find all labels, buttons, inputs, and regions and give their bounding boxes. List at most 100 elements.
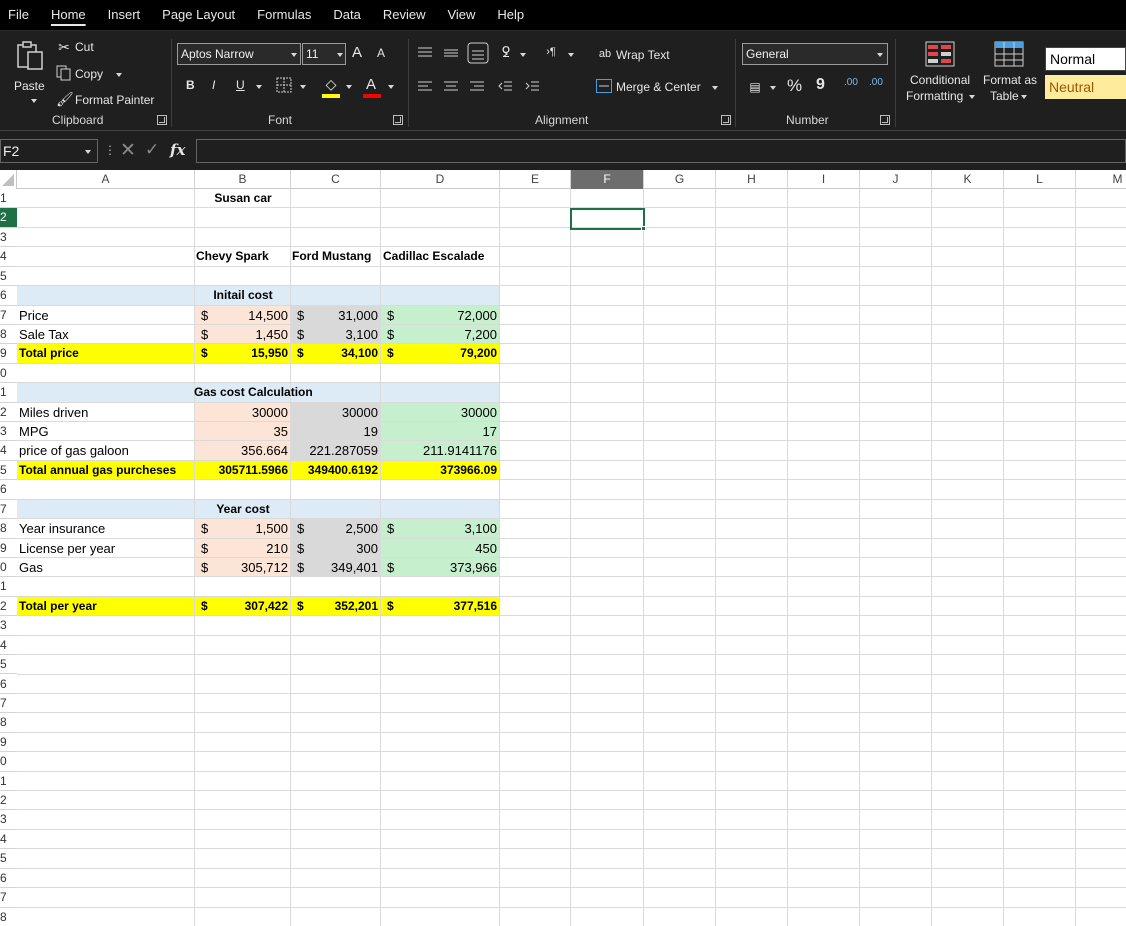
column-header-g[interactable]: G [644,170,716,189]
row-header[interactable]: 3 [0,616,17,636]
row-header[interactable]: 4 [0,636,17,656]
font-color-icon[interactable]: A [366,76,376,93]
row-header[interactable]: 9 [0,344,17,364]
row-header[interactable]: 5 [0,849,17,869]
menu-home[interactable]: Home [40,0,97,30]
row-header[interactable]: 4 [0,830,17,850]
row-header[interactable]: 6 [0,675,17,694]
decrease-indent-icon[interactable] [498,81,512,93]
style-neutral[interactable]: Neutral [1045,75,1126,99]
paste-button[interactable]: Paste [8,37,50,103]
row-header[interactable]: 1 [0,189,17,209]
align-left-icon[interactable] [418,81,432,93]
enter-icon[interactable]: ✓ [145,140,159,160]
menu-insert[interactable]: Insert [97,0,152,30]
row-header[interactable]: 7 [0,500,17,520]
row-header[interactable]: 3 [0,422,17,442]
column-header-a[interactable]: A [17,170,195,189]
align-bottom-icon[interactable] [467,42,489,64]
row-header[interactable]: 1 [0,772,17,791]
row-header[interactable]: 1 [0,577,17,597]
orientation-icon[interactable]: ꝿ [497,44,515,60]
fill-color-icon[interactable]: ◇ [322,76,340,92]
align-middle-icon[interactable] [444,47,458,59]
increase-indent-icon[interactable] [525,81,539,93]
column-header-c[interactable]: C [291,170,381,189]
menu-view[interactable]: View [436,0,486,30]
format-painter-button[interactable]: 🖌 Format Painter [56,90,156,110]
row-header[interactable]: 8 [0,519,17,539]
row-header[interactable]: 2 [0,597,17,617]
menu-help[interactable]: Help [486,0,535,30]
row-header[interactable]: 2 [0,208,17,228]
copy-button[interactable]: Copy [56,64,126,84]
column-header-j[interactable]: J [860,170,932,189]
chevron-down-icon[interactable] [85,150,91,154]
number-format-dropdown[interactable]: General [742,43,888,65]
format-as-table-button[interactable]: Format as Table [980,39,1040,109]
column-header-k[interactable]: K [932,170,1004,189]
style-normal[interactable]: Normal [1045,47,1126,71]
row-header[interactable]: 5 [0,461,17,481]
row-header[interactable]: 0 [0,364,17,384]
wrap-text-button[interactable]: ab Wrap Text [597,45,687,65]
align-right-icon[interactable] [470,81,484,93]
row-header[interactable]: 5 [0,267,17,287]
cancel-icon[interactable]: ✕ [120,139,136,162]
align-top-icon[interactable] [418,47,432,59]
row-header[interactable]: 7 [0,306,17,325]
conditional-formatting-button[interactable]: Conditional Formatting [903,39,977,109]
row-header[interactable]: 4 [0,441,17,461]
row-header[interactable]: 0 [0,558,17,578]
menu-file[interactable]: File [0,0,40,30]
shrink-font-button[interactable]: A [377,46,385,60]
text-direction-icon[interactable]: ›¶ [542,44,560,60]
row-header[interactable]: 6 [0,286,17,306]
spreadsheet-grid[interactable]: ABCDEFGHIJKLM 12345678901234567890123456… [0,170,1126,926]
borders-icon[interactable] [276,77,292,93]
column-header-h[interactable]: H [716,170,788,189]
row-header[interactable]: 8 [0,713,17,733]
bold-button[interactable]: B [186,78,195,92]
menu-review[interactable]: Review [372,0,437,30]
column-header-e[interactable]: E [500,170,571,189]
clipboard-launcher-icon[interactable] [157,115,167,125]
align-center-icon[interactable] [444,81,458,93]
column-header-d[interactable]: D [381,170,500,189]
formula-input[interactable] [196,139,1126,163]
decrease-decimal-button[interactable]: .00 [869,77,883,88]
name-box[interactable]: F2 [0,139,98,163]
accounting-format-icon[interactable]: ▤ [745,79,765,95]
cut-button[interactable]: ✂ Cut [56,38,116,58]
percent-button[interactable]: % [787,76,802,96]
row-header[interactable]: 6 [0,869,17,889]
menu-page-layout[interactable]: Page Layout [151,0,246,30]
alignment-launcher-icon[interactable] [721,115,731,125]
insert-function-button[interactable]: fx [170,141,185,159]
number-launcher-icon[interactable] [880,115,890,125]
row-header[interactable]: 8 [0,908,17,926]
row-header[interactable]: 4 [0,247,17,267]
italic-button[interactable]: I [212,78,215,92]
row-header[interactable]: 7 [0,694,17,714]
row-header[interactable]: 9 [0,733,17,753]
row-header[interactable]: 9 [0,539,17,558]
font-name-dropdown[interactable]: Aptos Narrow [177,43,301,65]
select-all-corner[interactable] [0,170,17,189]
column-header-b[interactable]: B [195,170,291,189]
merge-center-button[interactable]: Merge & Center [596,77,726,97]
fill-handle[interactable] [641,226,646,231]
row-header[interactable]: 1 [0,383,17,403]
row-header[interactable]: 2 [0,403,17,423]
increase-decimal-button[interactable]: .00 [844,77,858,88]
underline-button[interactable]: U [236,78,245,92]
row-header[interactable]: 8 [0,325,17,345]
selected-cell[interactable] [570,208,645,230]
column-header-m[interactable]: M [1076,170,1126,189]
grow-font-button[interactable]: A [352,44,362,61]
row-header[interactable]: 6 [0,480,17,500]
column-header-l[interactable]: L [1004,170,1076,189]
comma-button[interactable]: 9 [816,76,825,94]
row-header[interactable]: 0 [0,752,17,772]
column-header-i[interactable]: I [788,170,860,189]
